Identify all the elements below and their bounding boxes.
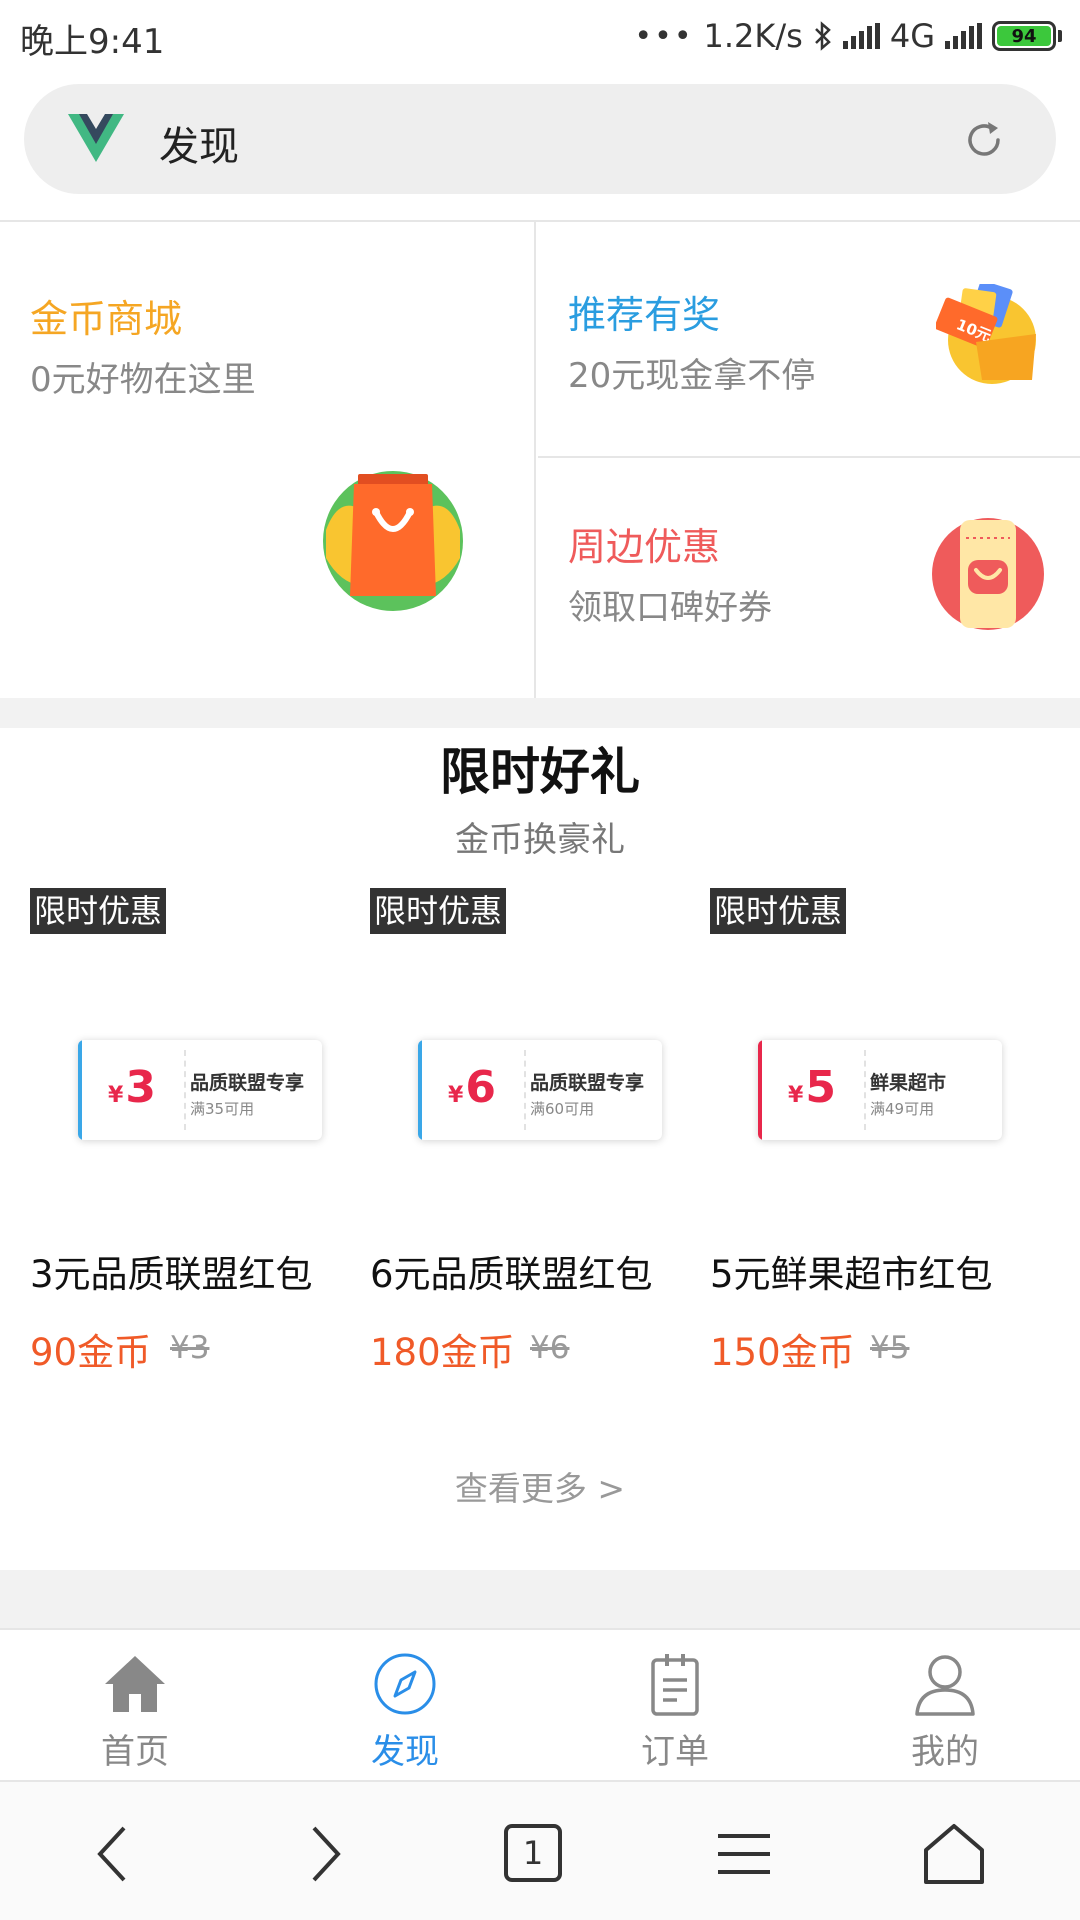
compass-icon [374, 1653, 436, 1715]
forward-icon[interactable] [288, 1818, 360, 1890]
product-price: 180金币 [370, 1331, 515, 1374]
battery-level: 94 [997, 26, 1051, 47]
nearby-deals-card[interactable]: 周边优惠 领取口碑好券 [538, 460, 1080, 698]
clipboard-icon [651, 1654, 699, 1716]
coupon-amount: ¥6 [448, 1062, 496, 1113]
menu-icon[interactable] [708, 1818, 780, 1890]
tab-orders[interactable]: 订单 [540, 1630, 810, 1780]
section-divider [0, 698, 1080, 728]
coupon-condition: 满60可用 [530, 1100, 595, 1118]
tab-label: 发现 [371, 1732, 439, 1772]
original-price: ¥5 [870, 1330, 910, 1366]
tab-label: 我的 [911, 1732, 979, 1772]
signal-icon [842, 23, 880, 49]
nearby-title: 周边优惠 [568, 525, 721, 569]
status-time: 晚上9:41 [20, 22, 165, 62]
refresh-icon[interactable] [960, 116, 1008, 164]
original-price: ¥6 [530, 1330, 570, 1366]
coupon-name: 品质联盟专享 [190, 1072, 305, 1094]
system-nav-bar: 1 [0, 1780, 1080, 1920]
product-card[interactable]: 限时优惠 ¥6 品质联盟专享 满60可用 6元品质联盟红包 180金币 ¥6 [340, 888, 662, 1388]
limited-badge: 限时优惠 [370, 888, 507, 934]
coin-mall-title: 金币商城 [30, 297, 183, 341]
user-icon [915, 1655, 975, 1716]
product-name: 5元鲜果超市红包 [710, 1253, 993, 1296]
page-title: 发现 [159, 124, 239, 170]
coupon-condition: 满49可用 [870, 1100, 935, 1118]
coupon-stripe [758, 1040, 762, 1140]
product-card[interactable]: 限时优惠 ¥3 品质联盟专享 满35可用 3元品质联盟红包 90金币 ¥3 [0, 888, 322, 1388]
coupon-icon [932, 518, 1044, 630]
tab-label: 首页 [101, 1732, 169, 1772]
product-card[interactable]: 限时优惠 ¥5 鲜果超市 满49可用 5元鲜果超市红包 150金币 ¥5 [680, 888, 1002, 1388]
referral-subtitle: 20元现金拿不停 [568, 356, 816, 396]
signal-icon-2 [945, 23, 982, 49]
coupon-condition: 满35可用 [190, 1100, 255, 1118]
home-nav-icon[interactable] [918, 1818, 990, 1890]
bluetooth-icon [814, 21, 831, 51]
coupon-stripe [78, 1040, 82, 1140]
home-icon [105, 1656, 165, 1712]
tab-label: 订单 [641, 1732, 709, 1772]
coupon-image: ¥5 鲜果超市 满49可用 [758, 1040, 1002, 1140]
product-name: 6元品质联盟红包 [370, 1253, 653, 1296]
tab-home[interactable]: 首页 [0, 1630, 270, 1780]
original-price: ¥3 [170, 1330, 210, 1366]
coupon-amount: ¥3 [108, 1062, 156, 1113]
limited-badge: 限时优惠 [710, 888, 847, 934]
section-title: 限时好礼 [440, 743, 640, 801]
nearby-subtitle: 领取口碑好券 [568, 588, 772, 628]
coupon-name: 鲜果超市 [870, 1072, 947, 1094]
status-bar: 晚上9:41 ••• 1.2K/s 4G 94 [0, 0, 1080, 74]
coin-mall-subtitle: 0元好物在这里 [30, 360, 256, 400]
coupon-amount: ¥5 [788, 1062, 836, 1113]
back-icon[interactable] [78, 1818, 150, 1890]
promo-grid: 金币商城 0元好物在这里 推荐有奖 20元现金拿不停 10元 周边优惠 领取口碑… [0, 220, 1080, 698]
tab-discover[interactable]: 发现 [270, 1630, 540, 1780]
limited-badge: 限时优惠 [30, 888, 167, 934]
coupon-name: 品质联盟专享 [530, 1072, 645, 1094]
product-name: 3元品质联盟红包 [30, 1253, 313, 1296]
referral-title: 推荐有奖 [568, 293, 721, 337]
cash-envelope-icon: 10元 [936, 284, 1036, 384]
product-price: 90金币 [30, 1331, 152, 1374]
battery-icon: 94 [992, 21, 1062, 51]
coupon-image: ¥3 品质联盟专享 满35可用 [78, 1040, 322, 1140]
coupon-image: ¥6 品质联盟专享 满60可用 [418, 1040, 662, 1140]
coin-mall-card[interactable]: 金币商城 0元好物在这里 [0, 222, 536, 698]
section-divider [0, 1570, 1080, 1628]
network-speed: 1.2K/s [703, 17, 803, 55]
tabs-icon[interactable]: 1 [504, 1824, 562, 1882]
vue-logo-icon [68, 114, 124, 162]
coupon-stripe [418, 1040, 422, 1140]
tab-profile[interactable]: 我的 [810, 1630, 1080, 1780]
product-price: 150金币 [710, 1331, 855, 1374]
browser-address-bar[interactable]: 发现 [24, 84, 1056, 194]
status-indicators: ••• 1.2K/s 4G 94 [634, 12, 1062, 60]
network-type: 4G [889, 17, 935, 55]
section-subtitle: 金币换豪礼 [455, 820, 625, 860]
referral-card[interactable]: 推荐有奖 20元现金拿不停 10元 [538, 222, 1080, 458]
view-more-link[interactable]: 查看更多 > [0, 1462, 1080, 1510]
bottom-tab-bar: 首页 发现 订单 我的 [0, 1628, 1080, 1780]
shopping-bag-icon [323, 471, 463, 611]
more-dots-icon: ••• [634, 18, 694, 54]
